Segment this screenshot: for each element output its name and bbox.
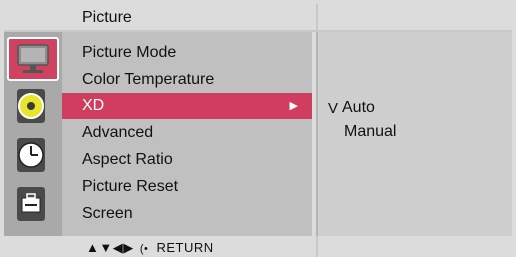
menu-item-label: Screen — [82, 205, 133, 222]
arrow-keys-icon: ▲▼◀▶ — [86, 240, 134, 255]
header-bar — [4, 4, 312, 30]
picture-menu: Picture Mode Color Temperature XD ▶ Adva… — [62, 32, 312, 236]
option-manual[interactable]: Manual — [344, 123, 396, 141]
menu-item-picture-mode[interactable]: Picture Mode — [62, 40, 312, 66]
category-sidebar — [4, 32, 62, 236]
return-label: RETURN — [156, 240, 214, 255]
menu-item-label: Advanced — [82, 124, 154, 141]
enter-icon: (• — [139, 243, 149, 255]
category-picture[interactable] — [7, 37, 59, 81]
menu-item-xd[interactable]: XD ▶ — [62, 93, 312, 119]
navigation-hint: ▲▼◀▶ (• RETURN — [86, 240, 214, 256]
category-option[interactable] — [7, 184, 59, 228]
menu-item-label: XD — [82, 97, 105, 114]
selected-check-icon: V — [328, 100, 339, 117]
menu-item-color-temperature[interactable]: Color Temperature — [62, 67, 312, 93]
submenu-arrow-icon: ▶ — [289, 100, 298, 112]
footer-bar-right — [316, 236, 512, 257]
audio-icon — [17, 89, 45, 123]
menu-item-label: Color Temperature — [82, 71, 215, 88]
menu-item-advanced[interactable]: Advanced — [62, 120, 312, 146]
osd-panel: Picture Picture Mode Color Temperature X… — [0, 0, 516, 257]
menu-item-label: Aspect Ratio — [82, 151, 173, 168]
xd-submenu: V Auto Manual — [316, 32, 512, 236]
menu-item-aspect-ratio[interactable]: Aspect Ratio — [62, 147, 312, 173]
header-bar-right — [316, 4, 512, 30]
toolbox-icon — [17, 187, 45, 221]
time-icon — [17, 138, 45, 172]
menu-item-picture-reset[interactable]: Picture Reset — [62, 174, 312, 200]
menu-item-screen[interactable]: Screen — [62, 201, 312, 227]
page-title: Picture — [82, 9, 132, 26]
menu-item-label: Picture Mode — [82, 44, 177, 61]
category-time[interactable] — [7, 135, 59, 179]
option-auto[interactable]: Auto — [342, 99, 375, 117]
category-audio[interactable] — [7, 86, 59, 130]
picture-icon — [17, 44, 49, 73]
menu-item-label: Picture Reset — [82, 178, 179, 195]
